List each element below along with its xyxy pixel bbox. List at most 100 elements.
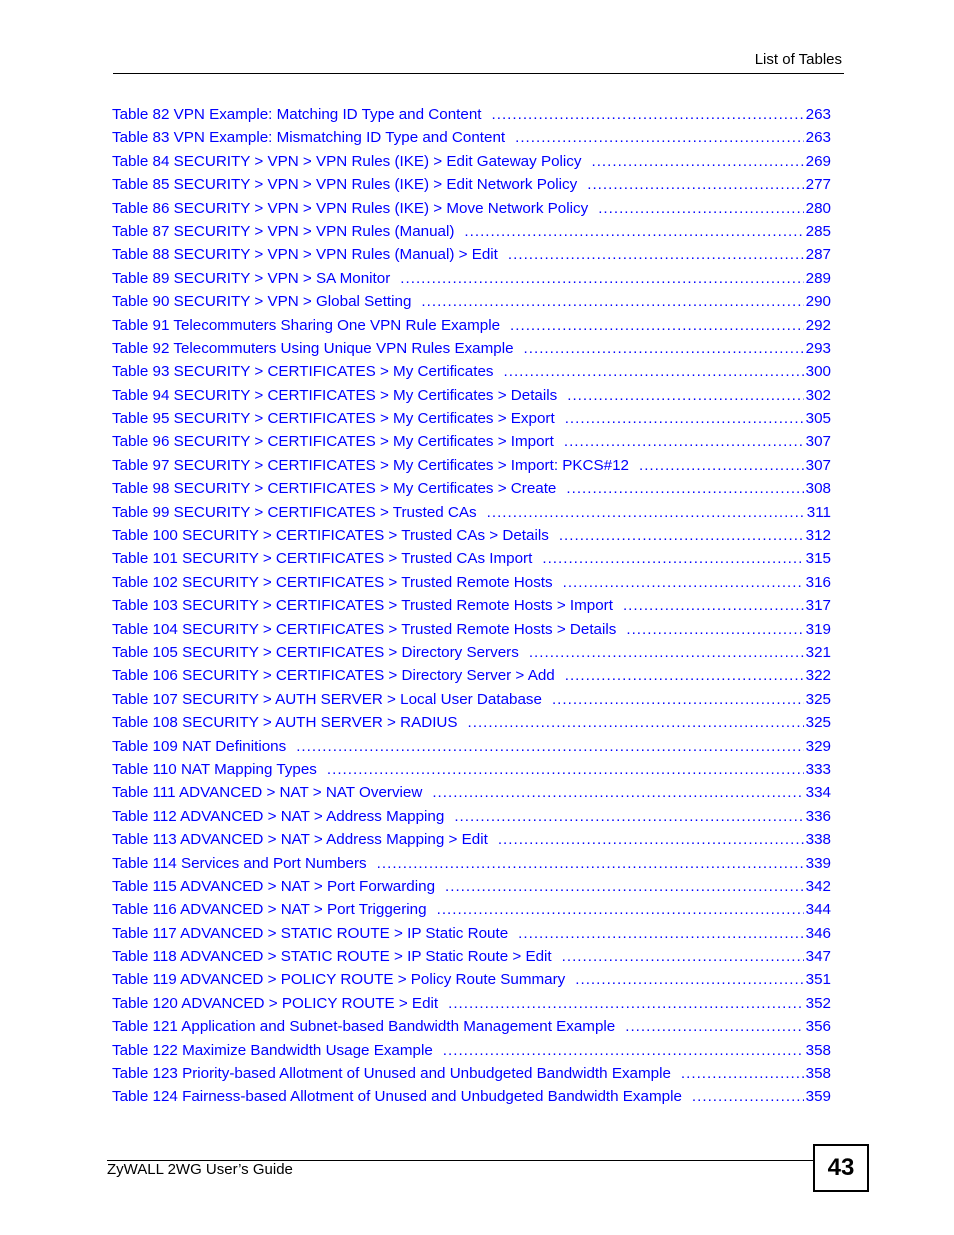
toc-entry[interactable]: Table 95 SECURITY > CERTIFICATES > My Ce… xyxy=(112,410,831,433)
dot-leader xyxy=(639,457,804,474)
toc-entry[interactable]: Table 99 SECURITY > CERTIFICATES > Trust… xyxy=(112,504,831,527)
toc-entry-label: Table 91 Telecommuters Sharing One VPN R… xyxy=(112,316,501,334)
dot-leader xyxy=(468,714,804,731)
toc-entry-page: 269 xyxy=(805,152,831,170)
toc-entry[interactable]: Table 112 ADVANCED > NAT > Address Mappi… xyxy=(112,808,831,831)
toc-entry-label: Table 113 ADVANCED > NAT > Address Mappi… xyxy=(112,831,488,849)
toc-entry[interactable]: Table 119 ADVANCED > POLICY ROUTE > Poli… xyxy=(112,971,831,994)
toc-entry[interactable]: Table 84 SECURITY > VPN > VPN Rules (IKE… xyxy=(112,153,831,176)
dot-leader xyxy=(443,1042,804,1059)
toc-entry-label: Table 120 ADVANCED > POLICY ROUTE > Edit xyxy=(112,994,439,1012)
toc-entry-label: Table 102 SECURITY > CERTIFICATES > Trus… xyxy=(112,573,553,591)
toc-entry[interactable]: Table 94 SECURITY > CERTIFICATES > My Ce… xyxy=(112,387,831,410)
toc-entry-label: Table 98 SECURITY > CERTIFICATES > My Ce… xyxy=(112,480,557,498)
dot-leader xyxy=(692,1088,804,1105)
dot-leader xyxy=(327,761,804,778)
toc-entry[interactable]: Table 115 ADVANCED > NAT > Port Forwardi… xyxy=(112,878,831,901)
toc-entry[interactable]: Table 106 SECURITY > CERTIFICATES > Dire… xyxy=(112,667,831,690)
toc-entry[interactable]: Table 124 Fairness-based Allotment of Un… xyxy=(112,1088,831,1111)
toc-entry-label: Table 121 Application and Subnet-based B… xyxy=(112,1018,616,1036)
dot-leader xyxy=(400,270,803,287)
dot-leader xyxy=(492,106,804,123)
toc-entry-page: 305 xyxy=(805,410,831,428)
toc-entry[interactable]: Table 113 ADVANCED > NAT > Address Mappi… xyxy=(112,831,831,854)
dot-leader xyxy=(515,129,804,146)
toc-entry[interactable]: Table 91 Telecommuters Sharing One VPN R… xyxy=(112,317,831,340)
toc-entry-page: 285 xyxy=(805,222,831,240)
toc-entry[interactable]: Table 117 ADVANCED > STATIC ROUTE > IP S… xyxy=(112,925,831,948)
toc-entry[interactable]: Table 98 SECURITY > CERTIFICATES > My Ce… xyxy=(112,480,831,503)
dot-leader xyxy=(464,223,803,240)
toc-entry[interactable]: Table 90 SECURITY > VPN > Global Setting… xyxy=(112,293,831,316)
toc-entry[interactable]: Table 116 ADVANCED > NAT > Port Triggeri… xyxy=(112,901,831,924)
toc-entry-label: Table 97 SECURITY > CERTIFICATES > My Ce… xyxy=(112,456,629,474)
toc-entry[interactable]: Table 110 NAT Mapping Types 333 xyxy=(112,761,831,784)
toc-entry-page: 334 xyxy=(805,784,831,802)
toc-entry-page: 319 xyxy=(805,620,831,638)
toc-entry-label: Table 117 ADVANCED > STATIC ROUTE > IP S… xyxy=(112,924,509,942)
toc-entry-page: 315 xyxy=(805,550,831,568)
running-header-title: List of Tables xyxy=(754,51,842,68)
dot-leader xyxy=(559,527,804,544)
toc-entry-page: 307 xyxy=(805,433,831,451)
dot-leader xyxy=(508,246,804,263)
toc-entry-page: 302 xyxy=(805,386,831,404)
footer-guide-title: ZyWALL 2WG User’s Guide xyxy=(107,1161,293,1178)
toc-entry[interactable]: Table 114 Services and Port Numbers 339 xyxy=(112,855,831,878)
toc-entry[interactable]: Table 82 VPN Example: Matching ID Type a… xyxy=(112,106,831,129)
toc-entry-label: Table 118 ADVANCED > STATIC ROUTE > IP S… xyxy=(112,948,552,966)
dot-leader xyxy=(437,901,804,918)
toc-entry-label: Table 119 ADVANCED > POLICY ROUTE > Poli… xyxy=(112,971,566,989)
toc-entry-label: Table 83 VPN Example: Mismatching ID Typ… xyxy=(112,129,506,147)
toc-entry[interactable]: Table 85 SECURITY > VPN > VPN Rules (IKE… xyxy=(112,176,831,199)
toc-entry[interactable]: Table 102 SECURITY > CERTIFICATES > Trus… xyxy=(112,574,831,597)
toc-entry-page: 322 xyxy=(805,667,831,685)
toc-entry-label: Table 116 ADVANCED > NAT > Port Triggeri… xyxy=(112,901,427,919)
toc-entry-page: 311 xyxy=(806,503,831,521)
dot-leader xyxy=(565,410,804,427)
toc-entry[interactable]: Table 89 SECURITY > VPN > SA Monitor 289 xyxy=(112,270,831,293)
dot-leader xyxy=(591,153,803,170)
toc-entry[interactable]: Table 108 SECURITY > AUTH SERVER > RADIU… xyxy=(112,714,831,737)
toc-entry[interactable]: Table 121 Application and Subnet-based B… xyxy=(112,1018,831,1041)
toc-entry-page: 342 xyxy=(805,877,831,895)
toc-entry-page: 280 xyxy=(805,199,831,217)
dot-leader xyxy=(487,504,805,521)
toc-entry[interactable]: Table 107 SECURITY > AUTH SERVER > Local… xyxy=(112,691,831,714)
toc-entry[interactable]: Table 101 SECURITY > CERTIFICATES > Trus… xyxy=(112,550,831,573)
toc-entry[interactable]: Table 105 SECURITY > CERTIFICATES > Dire… xyxy=(112,644,831,667)
toc-entry[interactable]: Table 122 Maximize Bandwidth Usage Examp… xyxy=(112,1042,831,1065)
toc-entry-page: 263 xyxy=(805,129,831,147)
toc-entry-label: Table 105 SECURITY > CERTIFICATES > Dire… xyxy=(112,643,519,661)
toc-entry-label: Table 99 SECURITY > CERTIFICATES > Trust… xyxy=(112,503,477,521)
toc-entry[interactable]: Table 92 Telecommuters Using Unique VPN … xyxy=(112,340,831,363)
toc-entry[interactable]: Table 104 SECURITY > CERTIFICATES > Trus… xyxy=(112,621,831,644)
toc-entry-label: Table 90 SECURITY > VPN > Global Setting xyxy=(112,293,412,311)
toc-entry-page: 308 xyxy=(805,480,831,498)
toc-entry-label: Table 82 VPN Example: Matching ID Type a… xyxy=(112,106,482,123)
toc-entry[interactable]: Table 100 SECURITY > CERTIFICATES > Trus… xyxy=(112,527,831,550)
toc-entry[interactable]: Table 87 SECURITY > VPN > VPN Rules (Man… xyxy=(112,223,831,246)
toc-entry-page: 293 xyxy=(805,339,831,357)
toc-entry[interactable]: Table 123 Priority-based Allotment of Un… xyxy=(112,1065,831,1088)
toc-entry-label: Table 109 NAT Definitions xyxy=(112,737,287,755)
dot-leader xyxy=(575,971,803,988)
toc-entry[interactable]: Table 96 SECURITY > CERTIFICATES > My Ce… xyxy=(112,433,831,456)
dot-leader xyxy=(542,550,803,567)
toc-entry[interactable]: Table 93 SECURITY > CERTIFICATES > My Ce… xyxy=(112,363,831,386)
toc-entry[interactable]: Table 109 NAT Definitions 329 xyxy=(112,738,831,761)
toc-entry-page: 333 xyxy=(805,760,831,778)
toc-entry-label: Table 101 SECURITY > CERTIFICATES > Trus… xyxy=(112,550,533,568)
toc-entry-page: 358 xyxy=(805,1041,831,1059)
toc-entry[interactable]: Table 118 ADVANCED > STATIC ROUTE > IP S… xyxy=(112,948,831,971)
toc-entry[interactable]: Table 120 ADVANCED > POLICY ROUTE > Edit… xyxy=(112,995,831,1018)
toc-entry[interactable]: Table 111 ADVANCED > NAT > NAT Overview 3… xyxy=(112,784,831,807)
toc-entry[interactable]: Table 103 SECURITY > CERTIFICATES > Trus… xyxy=(112,597,831,620)
toc-entry-page: 356 xyxy=(805,1018,831,1036)
toc-entry-label: Table 87 SECURITY > VPN > VPN Rules (Man… xyxy=(112,222,455,240)
toc-entry[interactable]: Table 83 VPN Example: Mismatching ID Typ… xyxy=(112,129,831,152)
toc-entry[interactable]: Table 86 SECURITY > VPN > VPN Rules (IKE… xyxy=(112,200,831,223)
dot-leader xyxy=(623,597,804,614)
toc-entry[interactable]: Table 97 SECURITY > CERTIFICATES > My Ce… xyxy=(112,457,831,480)
toc-entry[interactable]: Table 88 SECURITY > VPN > VPN Rules (Man… xyxy=(112,246,831,269)
